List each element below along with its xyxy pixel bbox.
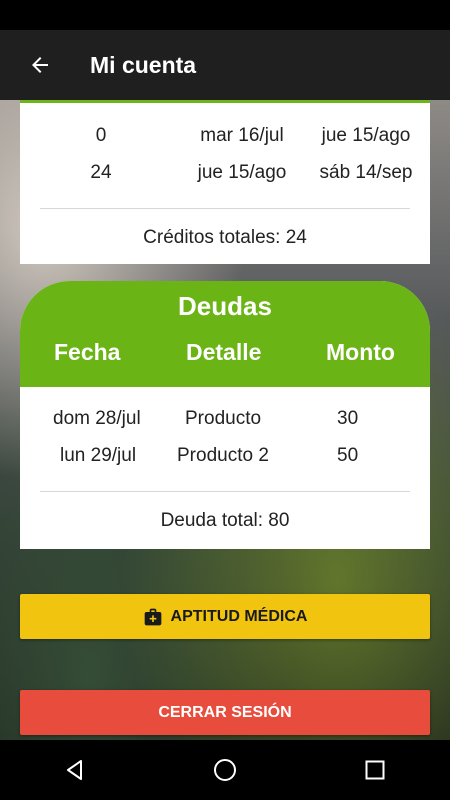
credits-card: 0 mar 16/jul jue 15/ago 24 jue 15/ago sá… xyxy=(20,100,430,264)
debt-amount: 50 xyxy=(337,445,359,466)
content-area: 0 mar 16/jul jue 15/ago 24 jue 15/ago sá… xyxy=(0,100,450,740)
column-header-detail: Detalle xyxy=(186,339,262,365)
logout-button[interactable]: CERRAR SESIÓN xyxy=(20,690,430,735)
debt-detail: Producto 2 xyxy=(177,445,269,466)
column-header-amount: Monto xyxy=(326,339,395,365)
navigation-bar xyxy=(0,740,450,800)
credit-start-date: mar 16/jul xyxy=(200,125,284,146)
nav-back-button[interactable] xyxy=(45,740,105,800)
circle-home-icon xyxy=(214,759,236,781)
debt-date: dom 28/jul xyxy=(53,408,141,429)
debt-detail: Producto xyxy=(185,408,262,429)
logout-label: CERRAR SESIÓN xyxy=(158,703,292,721)
credit-row: 24 jue 15/ago sáb 14/sep xyxy=(20,162,430,184)
credit-start-date: jue 15/ago xyxy=(197,162,287,183)
triangle-back-icon xyxy=(67,760,82,780)
back-button[interactable] xyxy=(10,30,70,100)
credits-total: Créditos totales: 24 xyxy=(143,227,307,248)
nav-recents-button[interactable] xyxy=(345,740,405,800)
debt-date: lun 29/jul xyxy=(60,445,137,466)
divider xyxy=(40,491,410,492)
credit-amount: 24 xyxy=(90,162,112,183)
credit-row: 0 mar 16/jul jue 15/ago xyxy=(20,125,430,147)
status-bar xyxy=(0,0,450,30)
credit-end-date: sáb 14/sep xyxy=(319,162,413,183)
square-recents-icon xyxy=(365,760,385,780)
page-title: Mi cuenta xyxy=(90,51,197,78)
debts-title: Deudas xyxy=(178,291,272,321)
nav-home-button[interactable] xyxy=(195,740,255,800)
medical-kit-icon xyxy=(144,608,161,625)
divider xyxy=(40,208,410,209)
debts-total: Deuda total: 80 xyxy=(160,510,290,531)
aptitud-medica-button[interactable]: APTITUD MÉDICA xyxy=(20,594,430,639)
aptitud-medica-label: APTITUD MÉDICA xyxy=(170,607,308,625)
debt-amount: 30 xyxy=(337,408,359,429)
arrow-back-icon xyxy=(32,57,48,73)
column-header-date: Fecha xyxy=(54,339,121,365)
debts-card: Deudas Fecha Detalle Monto dom 28/jul Pr… xyxy=(20,281,430,549)
debts-header: Deudas Fecha Detalle Monto xyxy=(20,281,430,387)
app-bar: Mi cuenta xyxy=(0,30,450,100)
credit-end-date: jue 15/ago xyxy=(321,125,411,146)
credit-amount: 0 xyxy=(95,125,107,146)
